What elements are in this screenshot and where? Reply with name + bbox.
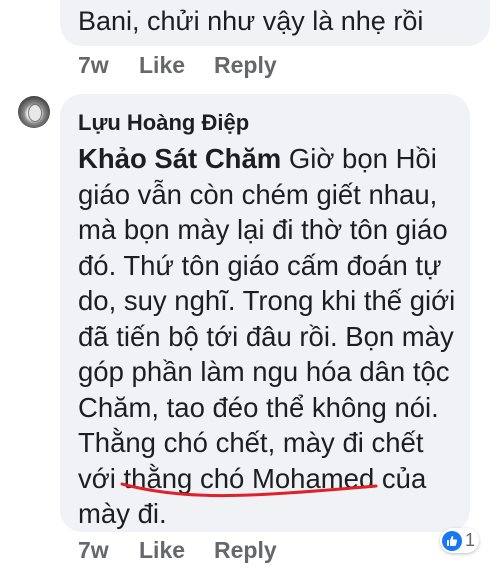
comment-text: Chăm, tao đéo thể không nói. (78, 391, 439, 423)
reaction-summary[interactable]: 1 (440, 528, 480, 553)
comment-text: do, suy nghĩ. Trong khi thế giới (78, 285, 456, 316)
comment-text: giáo vẫn còn chém giết nhau, (78, 178, 438, 210)
comment-text: Thằng chó chết, mày đi chết (78, 427, 424, 458)
comment-like-button[interactable]: Like (139, 537, 214, 564)
mention-link[interactable]: Khảo Sát Chăm (78, 143, 281, 174)
comment-author[interactable]: Lựu Hoàng Điệp (78, 110, 249, 136)
comment-actions: 7w Like Reply (78, 537, 277, 564)
comment-line-1: Khảo Sát Chăm Giờ bọn Hồi (78, 141, 468, 177)
comment-text: đã tiến bộ tới đâu rồi. Bọn mày (78, 320, 454, 352)
previous-comment-reply-button[interactable]: Reply (214, 52, 277, 79)
reaction-count: 1 (465, 530, 476, 550)
comment-text: mà bọn mày lại đi thờ tôn giáo (78, 214, 448, 245)
avatar-face-icon (28, 104, 42, 122)
comment-text: Giờ bọn Hồi (281, 143, 437, 174)
avatar[interactable] (18, 96, 50, 128)
previous-comment-time[interactable]: 7w (78, 52, 139, 79)
comment-text: đó. Thứ tôn giáo cấm đoán tự (78, 249, 442, 281)
comment-reply-button[interactable]: Reply (214, 537, 277, 564)
previous-comment-like-button[interactable]: Like (139, 52, 214, 79)
previous-comment-text: Bani, chửi như vậy là nhẹ rồi (78, 6, 424, 36)
comment-text: góp phần làm ngu hóa dân tộc (78, 356, 450, 387)
previous-comment-actions: 7w Like Reply (78, 52, 277, 79)
comment-time[interactable]: 7w (78, 537, 139, 564)
red-underline-annotation (120, 482, 378, 498)
thumbs-up-icon (442, 530, 462, 551)
comment-body: Khảo Sát Chăm Giờ bọn Hồi giáo vẫn còn c… (78, 141, 468, 532)
